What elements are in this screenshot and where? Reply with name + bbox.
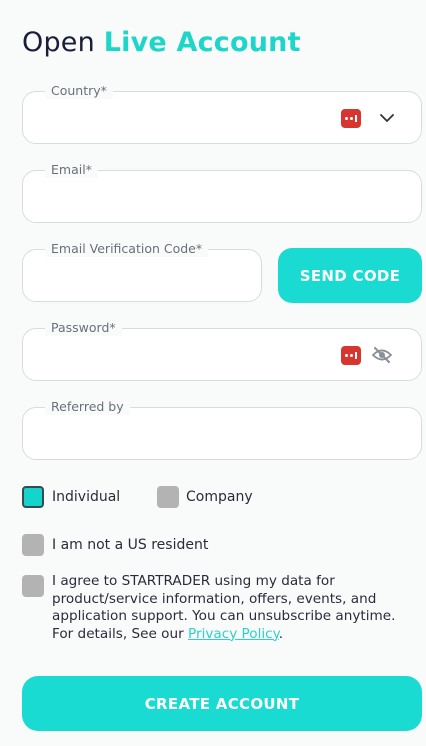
- consent-checkbox[interactable]: [22, 575, 44, 597]
- verification-code-input[interactable]: [43, 264, 190, 282]
- individual-label[interactable]: Individual: [52, 489, 120, 505]
- referred-by-input[interactable]: [43, 422, 286, 440]
- email-field[interactable]: Email*: [22, 162, 422, 223]
- individual-checkbox[interactable]: [22, 486, 44, 508]
- email-input[interactable]: [43, 185, 286, 203]
- country-label: Country*: [45, 83, 113, 99]
- verification-code-label: Email Verification Code*: [45, 241, 209, 257]
- password-label: Password*: [45, 320, 122, 336]
- consent-suffix: .: [278, 625, 284, 642]
- company-label[interactable]: Company: [186, 489, 253, 505]
- title-accent: Live Account: [103, 27, 301, 58]
- consent-text: I agree to STARTRADER using my data for …: [52, 573, 412, 643]
- referred-by-label: Referred by: [45, 399, 130, 415]
- password-manager-icon[interactable]: [341, 109, 361, 128]
- password-input[interactable]: [43, 343, 286, 361]
- create-account-button[interactable]: CREATE ACCOUNT: [22, 676, 422, 731]
- us-resident-label[interactable]: I am not a US resident: [52, 537, 208, 553]
- privacy-policy-link[interactable]: Privacy Policy: [188, 626, 279, 642]
- us-resident-checkbox[interactable]: [22, 534, 44, 556]
- password-field[interactable]: Password*: [22, 320, 422, 381]
- company-checkbox[interactable]: [157, 486, 179, 508]
- title-plain: Open: [22, 27, 95, 58]
- page-title: Open Live Account: [22, 27, 301, 58]
- verification-code-field[interactable]: Email Verification Code*: [22, 241, 262, 302]
- referred-by-field[interactable]: Referred by: [22, 399, 422, 460]
- password-manager-icon[interactable]: [341, 346, 361, 365]
- email-label: Email*: [45, 162, 98, 178]
- eye-off-icon[interactable]: [372, 346, 392, 364]
- country-select[interactable]: Country*: [22, 83, 422, 144]
- chevron-down-icon[interactable]: [379, 110, 395, 126]
- send-code-button[interactable]: SEND CODE: [278, 248, 422, 303]
